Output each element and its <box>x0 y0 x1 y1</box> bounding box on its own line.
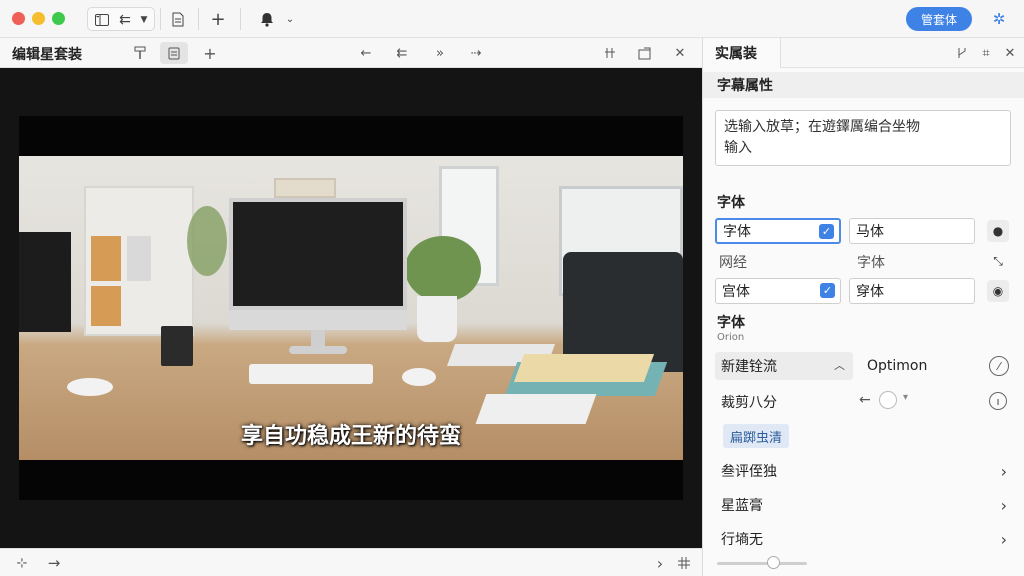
editor-title: 编辑星套装 <box>12 47 82 63</box>
back-forward-icon[interactable]: ⇇ <box>114 8 136 32</box>
dropdown-value: 新建铨流 <box>721 359 777 375</box>
document-icon[interactable] <box>166 7 190 31</box>
add-button[interactable]: + <box>206 7 230 31</box>
circle-icon[interactable]: ◉ <box>987 280 1009 302</box>
double-arrow-left-icon[interactable]: ⇇ <box>388 42 416 64</box>
bell-icon[interactable] <box>256 7 278 31</box>
gear-icon[interactable]: ✲ <box>988 7 1010 31</box>
branch-icon[interactable] <box>951 42 973 64</box>
toolbar-divider <box>240 8 241 30</box>
chevron-down-icon[interactable]: ⌄ <box>282 7 298 31</box>
sidebar-icon[interactable] <box>92 8 112 32</box>
arrow-right-icon[interactable]: → <box>40 552 68 574</box>
info-icon[interactable]: ı <box>989 392 1007 410</box>
font-field-value: 穿体 <box>856 284 884 300</box>
tab-properties[interactable]: 实属装 <box>703 38 781 68</box>
arrow-right-dashed-icon[interactable]: ⇢ <box>462 42 490 64</box>
split-icon[interactable] <box>596 42 624 64</box>
minimize-window-button[interactable] <box>32 12 45 25</box>
office-scene-image: 享自功稳成王新的待蛮 <box>19 156 683 460</box>
font-field-4[interactable]: 穿体 <box>849 278 975 304</box>
font-name-value: Optimon <box>867 358 928 374</box>
font-field-value: 字体 <box>723 224 751 240</box>
video-frame: 享自功稳成王新的待蛮 <box>19 116 683 500</box>
export-icon[interactable] <box>630 42 658 64</box>
document-icon[interactable] <box>160 42 188 64</box>
opacity-slider-track[interactable] <box>717 562 807 565</box>
settings-row[interactable]: 行墒无 › <box>703 524 1024 554</box>
font-field-value: 马体 <box>856 224 884 240</box>
style-dropdown[interactable]: 新建铨流 ︿ <box>715 352 853 380</box>
font-row-label: 网经 <box>719 255 747 271</box>
checkbox-checked-icon[interactable]: ✓ <box>820 283 835 298</box>
panel-header: 实属装 ⌗ ✕ <box>703 38 1024 68</box>
opacity-slider-knob[interactable] <box>767 556 780 569</box>
chevron-down-icon[interactable]: ▾ <box>903 392 908 403</box>
font-section-label: 字体 <box>717 195 745 211</box>
close-icon[interactable]: ✕ <box>666 42 694 64</box>
properties-panel: 实属装 ⌗ ✕ 字幕属性 选输入放草；在遊鐸厲编合坐物 输入 字体 字体 ✓ 马… <box>702 38 1024 576</box>
chevron-right-icon: › <box>1000 495 1007 515</box>
row-label: 行墒无 <box>721 532 763 548</box>
columns-icon[interactable] <box>670 552 698 574</box>
toolbar-divider <box>160 8 161 30</box>
subtitle-text-input[interactable]: 选输入放草；在遊鐸厲编合坐物 输入 <box>715 110 1011 166</box>
view-switcher: ⇇ ▼ <box>87 7 155 31</box>
font-field-3[interactable]: 宫体 ✓ <box>715 278 841 304</box>
font-row-label: 字体 <box>857 255 885 271</box>
format-painter-icon[interactable] <box>126 42 154 64</box>
resize-icon[interactable]: ⤡ <box>987 250 1009 272</box>
style-chip[interactable]: 扁踯虫清 <box>723 424 789 448</box>
row-label: 星蓝膏 <box>721 498 763 514</box>
plus-icon[interactable]: ⊹ <box>8 552 36 574</box>
editor-header: 编辑星套装 + ← ⇇ » ⇢ ✕ <box>0 38 702 68</box>
arrow-left-icon[interactable]: ← <box>859 392 871 408</box>
slider-knob[interactable] <box>879 391 897 409</box>
editor-footer: ⊹ → › <box>0 548 702 576</box>
double-arrow-right-icon[interactable]: » <box>426 42 454 64</box>
close-window-button[interactable] <box>12 12 25 25</box>
video-subtitle[interactable]: 享自功稳成王新的待蛮 <box>19 418 683 450</box>
font-label: 字体 <box>717 315 745 331</box>
spacing-label: 裁剪八分 <box>721 395 777 411</box>
font-field-2[interactable]: 马体 <box>849 218 975 244</box>
maximize-window-button[interactable] <box>52 12 65 25</box>
close-icon[interactable]: ✕ <box>999 42 1021 64</box>
toolbar-divider <box>198 8 199 30</box>
section-title: 字幕属性 <box>703 72 1024 98</box>
grid-icon[interactable]: ⌗ <box>975 42 997 64</box>
font-field-1[interactable]: 字体 ✓ <box>715 218 841 244</box>
chevron-up-icon: ︿ <box>834 359 845 372</box>
chevron-right-icon: › <box>1000 529 1007 549</box>
chevron-right-icon: › <box>1000 461 1007 481</box>
github-icon[interactable]: ● <box>987 220 1009 242</box>
primary-action-button[interactable]: 管套体 <box>906 7 972 31</box>
settings-row[interactable]: 星蓝膏 › <box>703 490 1024 520</box>
settings-row[interactable]: 叁评侄独 › <box>703 456 1024 486</box>
row-label: 叁评侄独 <box>721 464 777 480</box>
edit-circle-icon[interactable]: ⁄ <box>989 356 1009 376</box>
font-sublabel: Orion <box>717 332 745 343</box>
arrow-left-icon[interactable]: ← <box>352 42 380 64</box>
checkbox-checked-icon[interactable]: ✓ <box>819 224 834 239</box>
video-preview[interactable]: 享自功稳成王新的待蛮 <box>0 68 702 548</box>
plus-icon[interactable]: + <box>196 42 224 64</box>
window-toolbar: ⇇ ▼ + ⌄ 管套体 ✲ <box>0 0 1024 38</box>
chevron-down-icon[interactable]: ▼ <box>137 8 151 32</box>
font-field-value: 宫体 <box>722 284 750 300</box>
